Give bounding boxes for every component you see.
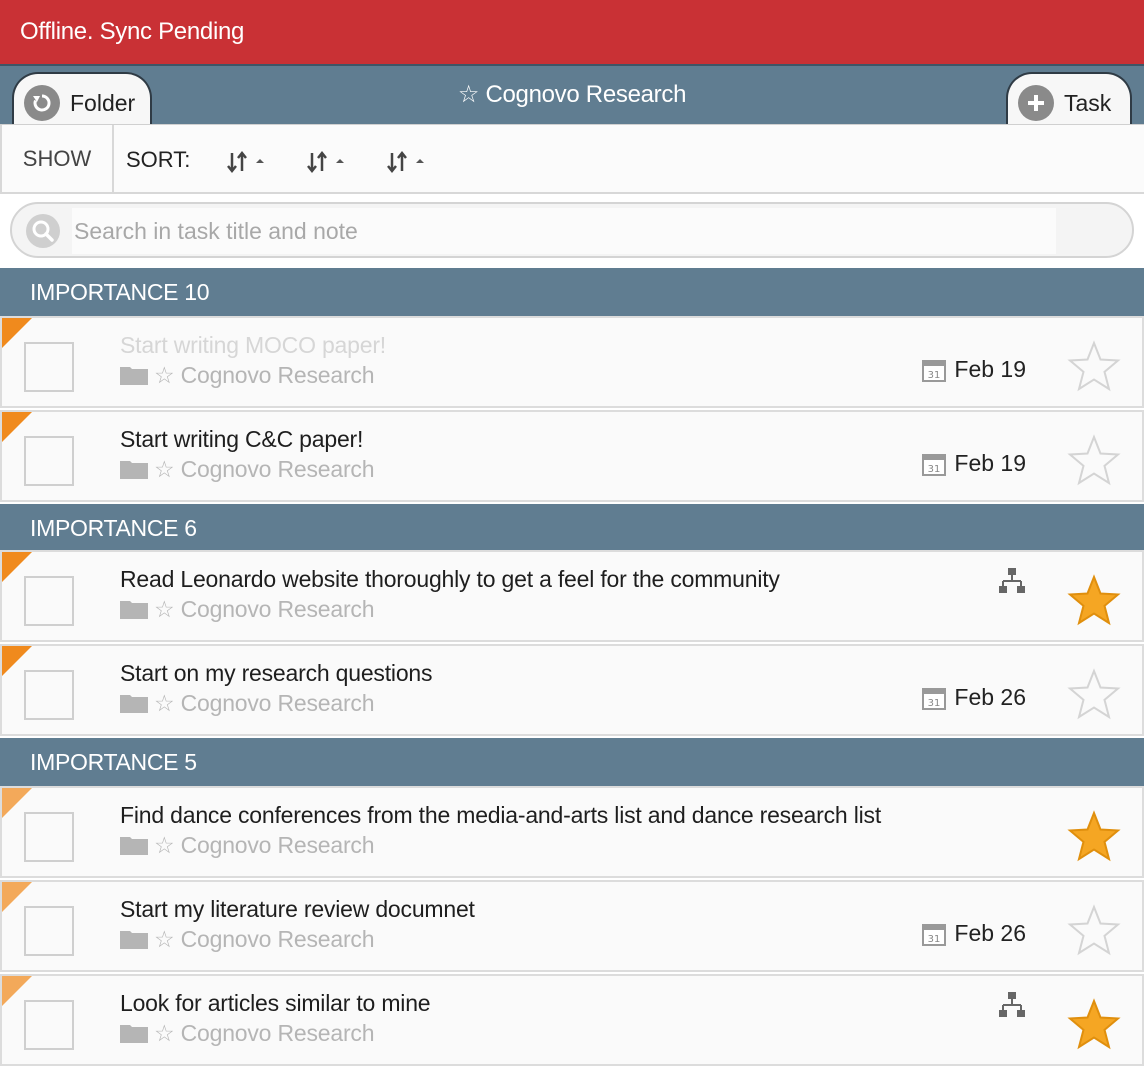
task-folder-label: ☆ Cognovo Research: [154, 361, 375, 388]
task-folder: ☆ Cognovo Research: [120, 454, 375, 484]
search-bar: [10, 202, 1134, 258]
task-title: Start on my research questions: [120, 660, 433, 686]
svg-text:31: 31: [928, 698, 941, 709]
task-checkbox[interactable]: [24, 906, 74, 956]
star-outline-icon[interactable]: [1066, 904, 1122, 958]
calendar-icon: 31: [922, 453, 947, 476]
group-label: IMPORTANCE 10: [30, 278, 210, 305]
task-folder: ☆ Cognovo Research: [120, 688, 375, 718]
task-row[interactable]: Start my literature review documnet ☆ Co…: [0, 880, 1144, 972]
group-header-importance-10: IMPORTANCE 10: [0, 268, 1144, 316]
due-date-label: Feb 26: [954, 684, 1026, 710]
sort-button-2[interactable]: [306, 147, 350, 177]
folder-icon: [120, 931, 148, 949]
star-outline-icon[interactable]: [1066, 434, 1122, 488]
sort-arrows-icon: [307, 150, 344, 174]
sort-button-1[interactable]: [226, 147, 270, 177]
task-title: Read Leonardo website thoroughly to get …: [120, 566, 780, 592]
sort-arrows-icon: [387, 150, 424, 174]
folder-icon: [120, 367, 148, 385]
task-title: Start writing C&C paper!: [120, 426, 364, 452]
calendar-icon: 31: [922, 687, 947, 710]
calendar-icon: 31: [922, 359, 947, 382]
due-date-label: Feb 19: [954, 450, 1026, 476]
sort-arrows-icon: [227, 150, 264, 174]
add-task-button[interactable]: Task: [1006, 72, 1132, 132]
svg-text:31: 31: [928, 370, 941, 381]
due-date: 31 Feb 19: [922, 450, 1026, 477]
due-date-label: Feb 26: [954, 920, 1026, 946]
sync-status-bar: Offline. Sync Pending: [0, 0, 1144, 64]
subtasks-icon: [999, 992, 1025, 1017]
task-checkbox[interactable]: [24, 812, 74, 862]
star-outline-icon[interactable]: [1066, 340, 1122, 394]
group-label: IMPORTANCE 5: [30, 748, 197, 775]
folder-icon: [120, 461, 148, 479]
task-folder-label: ☆ Cognovo Research: [154, 689, 375, 716]
folder-header: Folder ☆ Cognovo Research Task: [0, 64, 1144, 132]
star-filled-icon[interactable]: [1066, 574, 1122, 628]
due-date: 31 Feb 26: [922, 920, 1026, 947]
group-header-importance-5: IMPORTANCE 5: [0, 738, 1144, 786]
show-filter-button[interactable]: SHOW: [0, 125, 114, 193]
add-task-label: Task: [1064, 89, 1112, 116]
task-checkbox[interactable]: [24, 1000, 74, 1050]
svg-text:31: 31: [928, 464, 941, 475]
task-folder: ☆ Cognovo Research: [120, 360, 375, 390]
task-folder: ☆ Cognovo Research: [120, 1018, 375, 1048]
task-title: Start writing MOCO paper!: [120, 332, 386, 358]
group-header-importance-6: IMPORTANCE 6: [0, 504, 1144, 552]
task-title: Find dance conferences from the media-an…: [120, 802, 882, 828]
search-icon: [26, 214, 60, 248]
task-checkbox[interactable]: [24, 436, 74, 486]
task-folder: ☆ Cognovo Research: [120, 830, 375, 860]
star-outline-icon[interactable]: [1066, 668, 1122, 722]
sort-button-3[interactable]: [386, 147, 430, 177]
task-row[interactable]: Start on my research questions ☆ Cognovo…: [0, 644, 1144, 736]
task-checkbox[interactable]: [24, 342, 74, 392]
sync-status-text: Offline. Sync Pending: [20, 18, 245, 45]
task-folder-label: ☆ Cognovo Research: [154, 595, 375, 622]
task-row[interactable]: Start writing MOCO paper! ☆ Cognovo Rese…: [0, 316, 1144, 408]
task-folder: ☆ Cognovo Research: [120, 924, 375, 954]
task-checkbox[interactable]: [24, 576, 74, 626]
task-folder-label: ☆ Cognovo Research: [154, 925, 375, 952]
task-row[interactable]: Find dance conferences from the media-an…: [0, 786, 1144, 878]
task-row[interactable]: Start writing C&C paper! ☆ Cognovo Resea…: [0, 410, 1144, 502]
page-title: ☆ Cognovo Research: [457, 81, 687, 108]
due-date-label: Feb 19: [954, 356, 1026, 382]
star-filled-icon[interactable]: [1066, 810, 1122, 864]
svg-text:31: 31: [928, 934, 941, 945]
task-folder-label: ☆ Cognovo Research: [154, 831, 375, 858]
calendar-icon: 31: [922, 923, 947, 946]
due-date: 31 Feb 19: [922, 356, 1026, 383]
folder-icon: [120, 695, 148, 713]
task-row[interactable]: Read Leonardo website thoroughly to get …: [0, 550, 1144, 642]
task-title: Start my literature review documnet: [120, 896, 475, 922]
task-folder-label: ☆ Cognovo Research: [154, 455, 375, 482]
toolbar: SHOW SORT:: [0, 124, 1144, 194]
folder-icon: [120, 601, 148, 619]
task-folder-label: ☆ Cognovo Research: [154, 1019, 375, 1046]
task-folder: ☆ Cognovo Research: [120, 594, 375, 624]
due-date: 31 Feb 26: [922, 684, 1026, 711]
folder-icon: [120, 1025, 148, 1043]
search-input[interactable]: [72, 208, 1056, 254]
subtasks-icon: [999, 568, 1025, 593]
sort-label: SORT:: [126, 147, 191, 172]
task-checkbox[interactable]: [24, 670, 74, 720]
task-row[interactable]: Look for articles similar to mine ☆ Cogn…: [0, 974, 1144, 1066]
group-label: IMPORTANCE 6: [30, 514, 197, 541]
plus-icon: [1018, 85, 1054, 121]
star-filled-icon[interactable]: [1066, 998, 1122, 1052]
task-title: Look for articles similar to mine: [120, 990, 431, 1016]
folder-icon: [120, 837, 148, 855]
